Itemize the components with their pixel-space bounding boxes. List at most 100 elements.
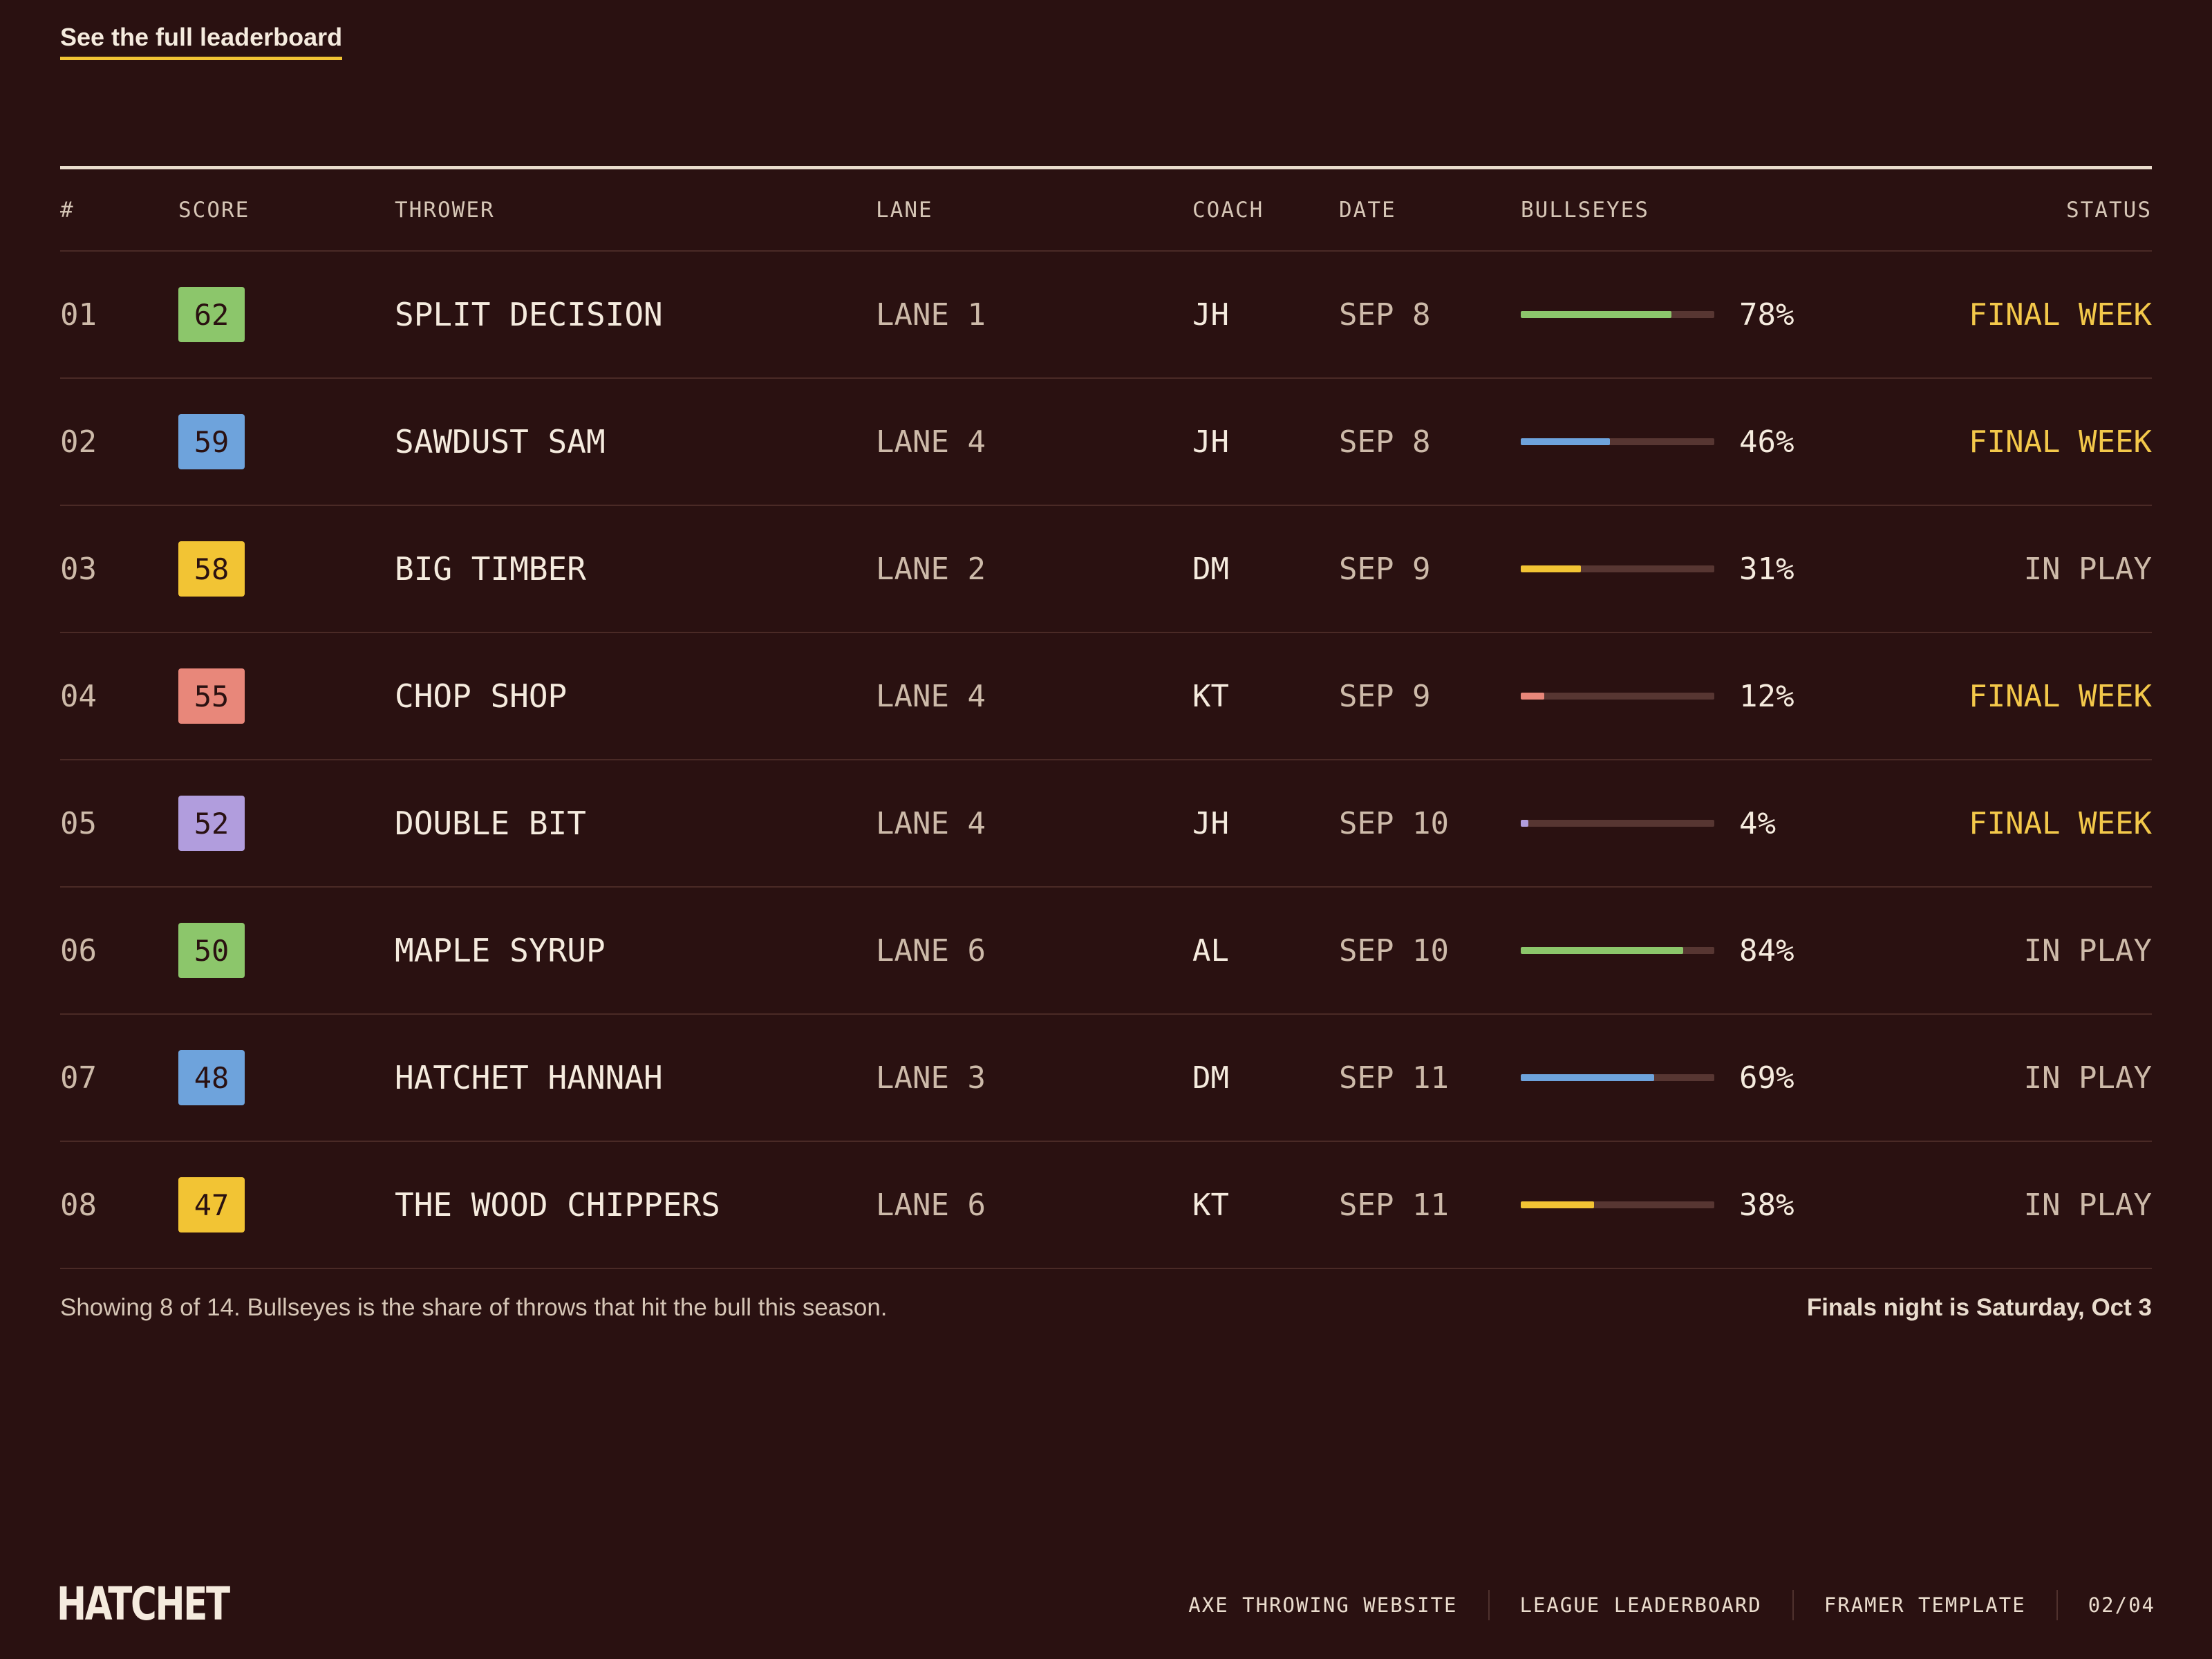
lane-label: LANE 3 (876, 1060, 986, 1096)
status-label: IN PLAY (2023, 551, 2152, 587)
bullseye-bar-track (1521, 1074, 1714, 1081)
bullseye-percent: 31% (1739, 551, 1794, 587)
page-counter: 02/04 (2088, 1593, 2155, 1617)
footer-nav: AXE THROWING WEBSITE LEAGUE LEADERBOARD … (1158, 1590, 2155, 1620)
status-label: IN PLAY (2023, 932, 2152, 968)
header-coach: COACH (1192, 197, 1264, 223)
score-badge: 50 (178, 923, 245, 978)
bullseye-bar-fill (1521, 947, 1684, 954)
header-score: SCORE (178, 197, 250, 223)
thrower-name: CHOP SHOP (395, 677, 568, 715)
score-badge: 47 (178, 1177, 245, 1232)
status-label: FINAL WEEK (1969, 678, 2152, 714)
lane-label: LANE 1 (876, 297, 986, 332)
table-row[interactable]: 04 55 CHOP SHOP LANE 4 KT SEP 9 12% FINAL WEEK (60, 633, 2152, 760)
bullseye-bar-track (1521, 311, 1714, 318)
match-date: SEP 8 (1339, 424, 1431, 460)
coach-initials: DM (1192, 551, 1229, 587)
bullseye-bar-fill (1521, 438, 1610, 445)
rank-number: 05 (60, 805, 97, 841)
score-cell: 55 (178, 633, 245, 759)
rank-number: 04 (60, 678, 97, 714)
footer-item-axe-throwing[interactable]: AXE THROWING WEBSITE (1158, 1593, 1488, 1617)
match-date: SEP 11 (1339, 1060, 1449, 1096)
bullseyes-cell: 84% (1521, 888, 1794, 1013)
table-row[interactable]: 05 52 DOUBLE BIT LANE 4 JH SEP 10 4% FINAL WEEK (60, 760, 2152, 888)
header-bullseyes: BULLSEYES (1521, 197, 1649, 223)
bullseye-percent: 46% (1739, 424, 1794, 460)
bullseyes-cell: 78% (1521, 252, 1794, 377)
coach-initials: KT (1192, 678, 1229, 714)
thrower-name: DOUBLE BIT (395, 805, 586, 842)
bullseye-percent: 84% (1739, 932, 1794, 968)
rank-number: 01 (60, 297, 97, 332)
header-thrower: THROWER (395, 197, 495, 223)
bullseye-percent: 12% (1739, 678, 1794, 714)
footer-item-league-leaderboard[interactable]: LEAGUE LEADERBOARD (1490, 1593, 1792, 1617)
score-badge: 55 (178, 668, 245, 724)
status-label: IN PLAY (2023, 1060, 2152, 1096)
coach-initials: AL (1192, 932, 1229, 968)
coach-initials: JH (1192, 297, 1229, 332)
coach-initials: JH (1192, 805, 1229, 841)
bullseyes-cell: 69% (1521, 1015, 1794, 1141)
table-footnote: Showing 8 of 14. Bullseyes is the share … (60, 1294, 888, 1321)
bullseyes-cell: 46% (1521, 379, 1794, 505)
match-date: SEP 10 (1339, 932, 1449, 968)
thrower-name: HATCHET HANNAH (395, 1059, 663, 1096)
rank-number: 02 (60, 424, 97, 460)
thrower-name: BIG TIMBER (395, 550, 586, 588)
table-row[interactable]: 08 47 THE WOOD CHIPPERS LANE 6 KT SEP 11 38% IN… (60, 1142, 2152, 1269)
score-cell: 59 (178, 379, 245, 505)
bullseye-bar-fill (1521, 820, 1529, 827)
rank-number: 06 (60, 932, 97, 968)
score-cell: 58 (178, 506, 245, 632)
rank-number: 08 (60, 1187, 97, 1223)
bullseye-bar-track (1521, 693, 1714, 700)
table-row[interactable]: 07 48 HATCHET HANNAH LANE 3 DM SEP 11 69% IN PL… (60, 1015, 2152, 1142)
bullseye-bar-track (1521, 947, 1714, 954)
thrower-name: THE WOOD CHIPPERS (395, 1186, 720, 1224)
table-row[interactable]: 03 58 BIG TIMBER LANE 2 DM SEP 9 31% IN PLAY (60, 506, 2152, 633)
match-date: SEP 11 (1339, 1187, 1449, 1223)
match-date: SEP 9 (1339, 678, 1431, 714)
header-status: STATUS (2066, 197, 2152, 223)
bullseye-bar-fill (1521, 1201, 1595, 1208)
bullseye-percent: 4% (1739, 805, 1776, 841)
hatchet-logo[interactable]: HATCHET (57, 1577, 230, 1631)
coach-initials: DM (1192, 1060, 1229, 1096)
score-cell: 52 (178, 760, 245, 886)
score-cell: 48 (178, 1015, 245, 1141)
bullseye-bar-track (1521, 1201, 1714, 1208)
bullseye-percent: 38% (1739, 1187, 1794, 1223)
status-label: IN PLAY (2023, 1187, 2152, 1223)
lane-label: LANE 4 (876, 678, 986, 714)
finals-note: Finals night is Saturday, Oct 3 (1806, 1294, 2152, 1321)
table-row[interactable]: 06 50 MAPLE SYRUP LANE 6 AL SEP 10 84% IN PLAY (60, 888, 2152, 1015)
bullseye-bar-fill (1521, 693, 1544, 700)
status-label: FINAL WEEK (1969, 424, 2152, 460)
bullseye-percent: 69% (1739, 1060, 1794, 1096)
lane-label: LANE 4 (876, 805, 986, 841)
table-row[interactable]: 01 62 SPLIT DECISION LANE 1 JH SEP 8 78% FINAL … (60, 252, 2152, 379)
header-date: DATE (1339, 197, 1396, 223)
footer-item-framer-template[interactable]: FRAMER TEMPLATE (1794, 1593, 2056, 1617)
bullseyes-cell: 31% (1521, 506, 1794, 632)
table-row[interactable]: 02 59 SAWDUST SAM LANE 4 JH SEP 8 46% FINAL WEE… (60, 379, 2152, 506)
bullseyes-cell: 38% (1521, 1142, 1794, 1268)
full-leaderboard-link[interactable]: See the full leaderboard (60, 21, 343, 60)
bullseye-bar-fill (1521, 311, 1672, 318)
score-badge: 52 (178, 796, 245, 851)
match-date: SEP 10 (1339, 805, 1449, 841)
header-num: # (60, 197, 75, 223)
status-label: FINAL WEEK (1969, 297, 2152, 332)
bullseyes-cell: 4% (1521, 760, 1776, 886)
thrower-name: SPLIT DECISION (395, 296, 663, 333)
bullseye-bar-track (1521, 565, 1714, 572)
thrower-name: MAPLE SYRUP (395, 932, 606, 969)
table-header: # SCORE THROWER LANE COACH DATE BULLSEYE… (60, 169, 2152, 252)
thrower-name: SAWDUST SAM (395, 423, 606, 460)
score-cell: 62 (178, 252, 245, 377)
leaderboard-table: # SCORE THROWER LANE COACH DATE BULLSEYE… (60, 166, 2152, 1269)
bullseye-bar-track (1521, 438, 1714, 445)
